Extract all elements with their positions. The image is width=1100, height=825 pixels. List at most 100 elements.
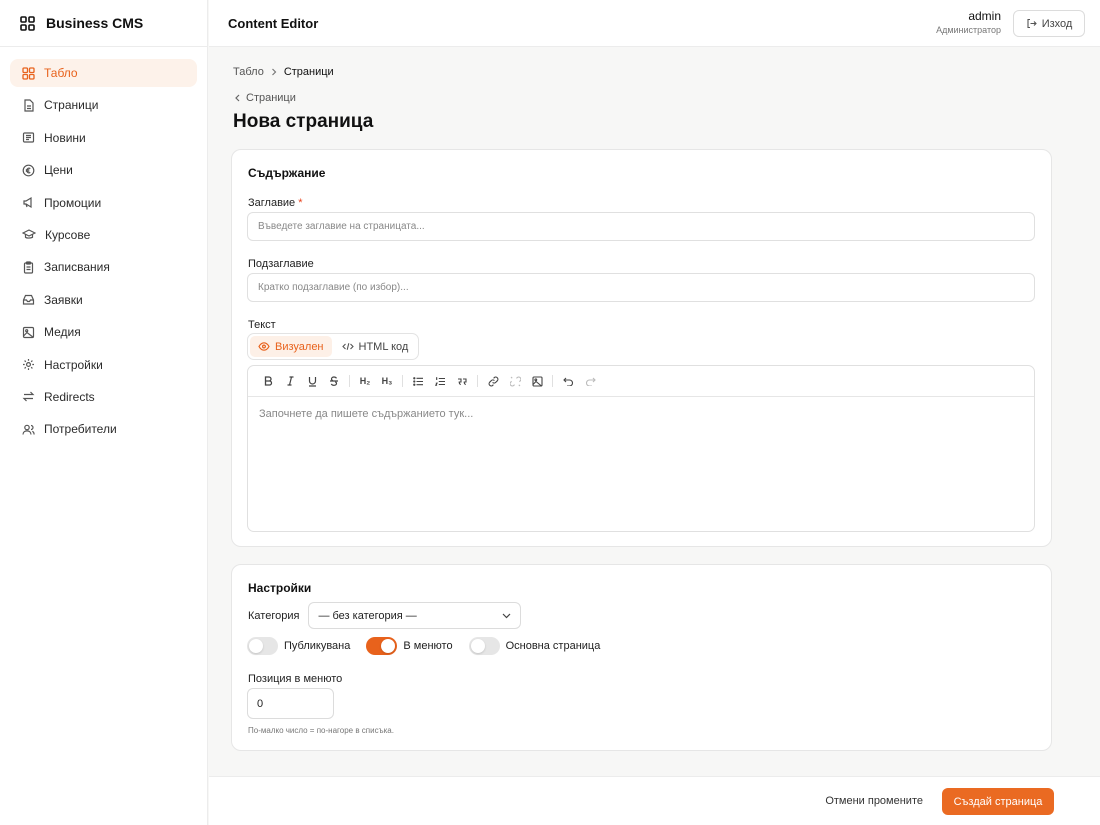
breadcrumb: Табло Страници [233, 66, 334, 78]
sidebar-item-enrollments[interactable]: Записвания [10, 253, 197, 281]
inbox-icon [22, 295, 35, 305]
toggle-group: Публикувана В менюто Основна страница [247, 637, 616, 655]
brand[interactable]: Business CMS [0, 0, 207, 47]
title-field-label: Заглавие * [248, 197, 303, 209]
bullet-list-button[interactable] [407, 371, 429, 391]
title-input[interactable] [247, 212, 1035, 241]
sidebar-item-pages[interactable]: Страници [10, 91, 197, 119]
switch-knob [470, 639, 485, 653]
editor-content-area[interactable]: Започнете да пишете съдържанието тук... [248, 397, 1034, 431]
cancel-changes-button[interactable]: Отмени промените [825, 795, 923, 807]
category-row: Категория — без категория — [248, 602, 522, 629]
numbered-list-button[interactable] [429, 371, 451, 391]
subtitle-input[interactable] [247, 273, 1035, 302]
category-select[interactable]: — без категория — [308, 602, 522, 629]
sidebar-item-label: Промоции [44, 195, 102, 210]
sidebar-item-courses[interactable]: Курсове [10, 221, 197, 249]
undo-icon [562, 377, 573, 386]
sidebar-item-users[interactable]: Потребители [10, 415, 197, 443]
heading-3-button[interactable]: H₃ [376, 371, 398, 391]
content-card: Съдържание Заглавие * Подзаглавие Текст … [231, 149, 1052, 547]
redo-button[interactable] [579, 371, 601, 391]
sidebar-item-prices[interactable]: Цени [10, 156, 197, 184]
breadcrumb-current: Страници [283, 66, 334, 78]
unlink-icon [509, 376, 521, 386]
in-menu-label: В менюто [403, 640, 453, 652]
clipboard-icon [23, 261, 34, 274]
italic-button[interactable] [279, 371, 301, 391]
redo-icon [585, 377, 596, 386]
quote-icon [458, 377, 467, 385]
in-menu-switch[interactable] [366, 637, 398, 655]
toolbar-divider [552, 375, 553, 387]
toggle-in-menu[interactable]: В менюто [366, 637, 453, 655]
tab-html-label: HTML код [358, 340, 409, 353]
content-card-title: Съдържание [248, 166, 326, 180]
image-icon [22, 326, 35, 338]
heading-2-label: H₂ [359, 376, 371, 386]
editor-mode-switch: Визуален HTML код [247, 333, 420, 360]
quote-button[interactable] [451, 371, 473, 391]
back-link-label: Страници [246, 92, 296, 104]
tab-html[interactable]: HTML код [334, 336, 417, 357]
sidebar-item-promotions[interactable]: Промоции [10, 189, 197, 217]
toggle-main-page[interactable]: Основна страница [468, 637, 601, 655]
strikethrough-button[interactable] [323, 371, 345, 391]
main-page-label: Основна страница [505, 640, 601, 652]
title-label-text: Заглавие [248, 197, 296, 209]
action-footer: Отмени промените Създай страница [209, 776, 1100, 825]
newspaper-icon [22, 132, 35, 143]
tab-visual[interactable]: Визуален [250, 336, 332, 357]
bold-button[interactable] [257, 371, 279, 391]
logout-icon [1027, 18, 1037, 29]
chevron-down-icon [503, 613, 511, 618]
sidebar-item-dashboard[interactable]: Табло [10, 59, 197, 87]
unlink-button[interactable] [504, 371, 526, 391]
breadcrumb-root[interactable]: Табло [233, 66, 264, 78]
arrows-icon [22, 391, 35, 402]
heading-3-label: H₃ [381, 376, 393, 386]
toolbar-divider [477, 375, 478, 387]
chevron-right-icon [271, 68, 277, 76]
bullet-list-icon [412, 376, 423, 386]
sidebar-item-label: Записвания [44, 260, 110, 275]
gear-icon [23, 359, 34, 371]
published-switch[interactable] [247, 637, 278, 655]
sidebar-item-news[interactable]: Новини [10, 124, 197, 152]
main-page-switch[interactable] [468, 637, 500, 655]
undo-button[interactable] [557, 371, 579, 391]
rich-text-editor: H₂ H₃ Започнете да пишете съдържанието т… [247, 365, 1035, 532]
toggle-published[interactable]: Публикувана [247, 637, 350, 655]
insert-image-button[interactable] [526, 371, 548, 391]
section-title: Content Editor [228, 15, 319, 31]
strikethrough-icon [330, 376, 338, 386]
user-role: Администратор [936, 25, 1001, 35]
topbar: Content Editor admin Администратор Изход [209, 0, 1100, 47]
megaphone-icon [23, 197, 32, 209]
menu-position-input[interactable] [247, 688, 334, 719]
sidebar: Business CMS Табло Страници Новини Цени … [0, 0, 208, 825]
create-page-label: Създай страница [953, 795, 1043, 808]
back-link[interactable]: Страници [234, 92, 296, 104]
sidebar-item-label: Потребители [44, 422, 117, 437]
settings-card: Настройки Категория — без категория — Пу… [231, 564, 1052, 751]
underline-icon [308, 376, 316, 387]
logout-button[interactable]: Изход [1013, 10, 1085, 37]
editor-toolbar: H₂ H₃ [248, 366, 1034, 397]
category-select-value: — без категория — [318, 609, 417, 622]
settings-card-title: Настройки [248, 581, 312, 595]
link-button[interactable] [482, 371, 504, 391]
sidebar-item-redirects[interactable]: Redirects [10, 383, 197, 411]
sidebar-item-label: Новини [44, 130, 86, 145]
menu-position-hint: По-малко число = по-нагоре в списъка. [248, 726, 394, 735]
underline-button[interactable] [301, 371, 323, 391]
page-title: Нова страница [233, 111, 374, 132]
switch-knob [381, 639, 396, 653]
bold-icon [264, 376, 272, 386]
create-page-button[interactable]: Създай страница [942, 788, 1054, 815]
sidebar-item-settings[interactable]: Настройки [10, 351, 197, 379]
heading-2-button[interactable]: H₂ [354, 371, 376, 391]
sidebar-item-label: Табло [44, 66, 78, 80]
sidebar-item-media[interactable]: Медия [10, 318, 197, 346]
sidebar-item-requests[interactable]: Заявки [10, 286, 197, 314]
